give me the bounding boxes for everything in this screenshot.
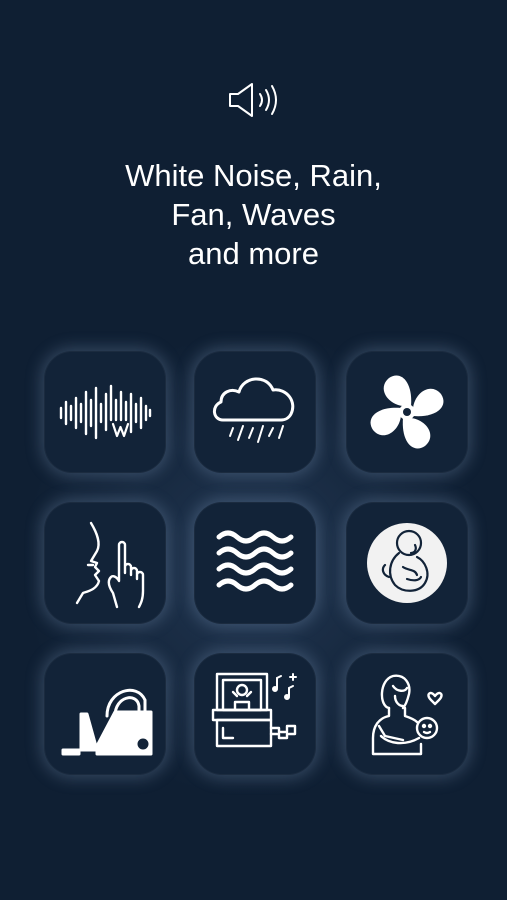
- rain-cloud-icon: [213, 377, 295, 443]
- headline: White Noise, Rain, Fan, Waves and more: [0, 156, 507, 273]
- waves-icon: [216, 530, 294, 592]
- white-noise-button[interactable]: [44, 351, 166, 473]
- music-box-icon: [211, 672, 297, 748]
- music-box-button[interactable]: [194, 653, 316, 775]
- womb-button[interactable]: [346, 502, 468, 624]
- fan-button[interactable]: [346, 351, 468, 473]
- headline-line-2: Fan, Waves: [171, 197, 336, 232]
- vacuum-cleaner-icon: [61, 688, 153, 756]
- waves-button[interactable]: [194, 502, 316, 624]
- headline-line-1: White Noise, Rain,: [125, 158, 382, 193]
- sound-grid: [44, 351, 468, 775]
- womb-fetus-icon: [367, 523, 447, 603]
- vacuum-button[interactable]: [44, 653, 166, 775]
- fan-icon: [370, 375, 444, 449]
- shush-button[interactable]: [44, 502, 166, 624]
- rain-button[interactable]: [194, 351, 316, 473]
- shush-icon: [75, 521, 145, 609]
- mother-baby-button[interactable]: [346, 653, 468, 775]
- speaker-volume-icon: [229, 83, 277, 117]
- headline-line-3: and more: [188, 236, 319, 271]
- mother-holding-baby-icon: [371, 674, 443, 756]
- white-noise-waveform-icon: [59, 384, 152, 440]
